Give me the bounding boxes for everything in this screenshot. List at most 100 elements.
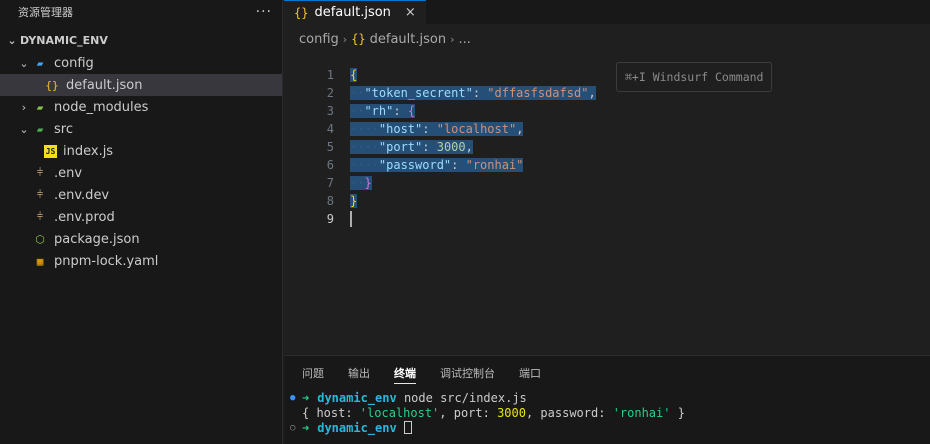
prompt-arrow-icon: ➜ xyxy=(302,390,310,405)
env-icon: ⫩ xyxy=(36,188,44,201)
code-token: : xyxy=(472,86,488,100)
code-text: } xyxy=(350,194,358,208)
code-token: "host" xyxy=(378,122,423,136)
javascript-icon: JS xyxy=(44,144,57,158)
editor-area: {} default.json × config › {} default.js… xyxy=(284,0,930,354)
code-token: : xyxy=(422,140,437,154)
text-cursor xyxy=(350,211,352,227)
line-number: 6 xyxy=(326,158,334,172)
line-number: 4 xyxy=(326,122,334,136)
code-text: ··"token_secrent": "dffasfsdafsd", xyxy=(350,86,596,100)
json-icon: {} xyxy=(45,78,59,92)
breadcrumb-item-config[interactable]: config xyxy=(299,32,339,47)
command-status-icon: ○ xyxy=(290,422,296,433)
code-token: , xyxy=(588,86,596,100)
code-token: { xyxy=(350,68,358,82)
project-name: DYNAMIC_ENV xyxy=(20,33,108,47)
tree-item[interactable]: ▦ pnpm-lock.yaml xyxy=(0,250,282,272)
tab-label: default.json xyxy=(314,5,391,20)
command-status-icon: ● xyxy=(290,392,296,403)
code-text: ····"host": "localhost", xyxy=(350,122,524,136)
explorer-sidebar: 资源管理器 ··· ⌄ DYNAMIC_ENV ⌄ ▰ config {} defaul… xyxy=(0,0,283,444)
line-number: 2 xyxy=(326,86,334,100)
terminal-line: ● ➜ dynamic_env node src/index.js xyxy=(290,390,930,405)
code-line: 6 ····"password": "ronhai" xyxy=(284,156,930,174)
code-text: ··} xyxy=(350,176,372,190)
tree-item[interactable]: › ▰ node_modules xyxy=(0,96,282,118)
breadcrumb-item-more[interactable]: ... xyxy=(459,32,471,47)
line-number: 7 xyxy=(326,176,334,190)
code-token: } xyxy=(350,194,358,208)
tree-item[interactable]: ⌄ ▰ src xyxy=(0,118,282,140)
code-token: , xyxy=(516,122,524,136)
tree-item-label: pnpm-lock.yaml xyxy=(54,253,159,269)
code-text: ····"password": "ronhai" xyxy=(350,158,524,172)
more-actions-icon[interactable]: ··· xyxy=(256,4,272,20)
code-line: 1 { xyxy=(284,66,930,84)
tab-terminal[interactable]: 终端 xyxy=(394,356,416,390)
chevron-down-icon: ⌄ xyxy=(7,33,17,47)
tree-item[interactable]: {} default.json xyxy=(0,74,282,96)
tree-item-label: package.json xyxy=(54,231,140,247)
close-icon[interactable]: × xyxy=(405,5,416,20)
explorer-title: 资源管理器 xyxy=(18,6,73,19)
terminal-output: { host: xyxy=(302,405,360,420)
terminal-line: { host: 'localhost', port: 3000, passwor… xyxy=(290,405,930,420)
env-icon: ⫩ xyxy=(36,210,44,223)
breadcrumb-item-file[interactable]: default.json xyxy=(370,32,446,47)
terminal-command: node src/index.js xyxy=(403,390,527,405)
code-token: "rh" xyxy=(364,104,394,118)
code-line: 8 } xyxy=(284,192,930,210)
tree-item[interactable]: JS index.js xyxy=(0,140,282,162)
chevron-right-icon: › xyxy=(342,32,348,46)
code-line: 9 xyxy=(284,210,930,228)
terminal-output: , password: xyxy=(525,405,613,420)
explorer-header: 资源管理器 ··· xyxy=(0,0,282,24)
project-section-header[interactable]: ⌄ DYNAMIC_ENV xyxy=(0,28,282,52)
code-token: : xyxy=(393,104,408,118)
tree-item-label: config xyxy=(54,55,94,71)
tab-default-json[interactable]: {} default.json × xyxy=(284,0,426,24)
terminal-cursor xyxy=(403,421,412,434)
tab-problems[interactable]: 问题 xyxy=(302,356,324,390)
json-icon: {} xyxy=(294,5,309,20)
tab-debug-console[interactable]: 调试控制台 xyxy=(440,356,495,390)
tab-output[interactable]: 输出 xyxy=(348,356,370,390)
tab-ports[interactable]: 端口 xyxy=(519,356,541,390)
code-token: "token_secrent" xyxy=(364,86,473,100)
terminal[interactable]: ● ➜ dynamic_env node src/index.js { host: … xyxy=(284,390,930,435)
tree-item[interactable]: ⫩ .env xyxy=(0,162,282,184)
tree-item-label: default.json xyxy=(66,77,143,93)
code-line: 4 ····"host": "localhost", xyxy=(284,120,930,138)
line-number: 1 xyxy=(326,68,334,82)
folder-config-icon: ▰ xyxy=(36,56,44,70)
code-text: ··"rh": { xyxy=(350,104,416,118)
code-token: } xyxy=(364,176,372,190)
tree-item[interactable]: ⫩ .env.prod xyxy=(0,206,282,228)
tree-item-label: .env.prod xyxy=(54,209,115,225)
terminal-output: , port: xyxy=(439,405,498,420)
code-editor[interactable]: 1 { 2 ··"token_secrent": "dffasfsdafsd",… xyxy=(284,66,930,228)
windsurf-command-hint[interactable]: ⌘+I Windsurf Command xyxy=(616,62,773,92)
editor-tabs: {} default.json × xyxy=(284,0,930,24)
line-number: 5 xyxy=(326,140,334,154)
folder-src-icon: ▰ xyxy=(36,122,44,136)
code-line: 5 ····"port": 3000, xyxy=(284,138,930,156)
tree-item[interactable]: ⌄ ▰ config xyxy=(0,52,282,74)
code-text: ····"port": 3000, xyxy=(350,140,473,154)
prompt-arrow-icon: ➜ xyxy=(302,420,310,435)
code-line: 7 ··} xyxy=(284,174,930,192)
env-icon: ⫩ xyxy=(36,166,44,179)
code-token: "ronhai" xyxy=(465,158,524,172)
code-token: "password" xyxy=(378,158,452,172)
tree-item-label: node_modules xyxy=(54,99,149,115)
tree-item[interactable]: ⫩ .env.dev xyxy=(0,184,282,206)
code-line: 2 ··"token_secrent": "dffasfsdafsd", xyxy=(284,84,930,102)
tree-item[interactable]: ⬡ package.json xyxy=(0,228,282,250)
terminal-output: 'ronhai' xyxy=(612,405,671,420)
